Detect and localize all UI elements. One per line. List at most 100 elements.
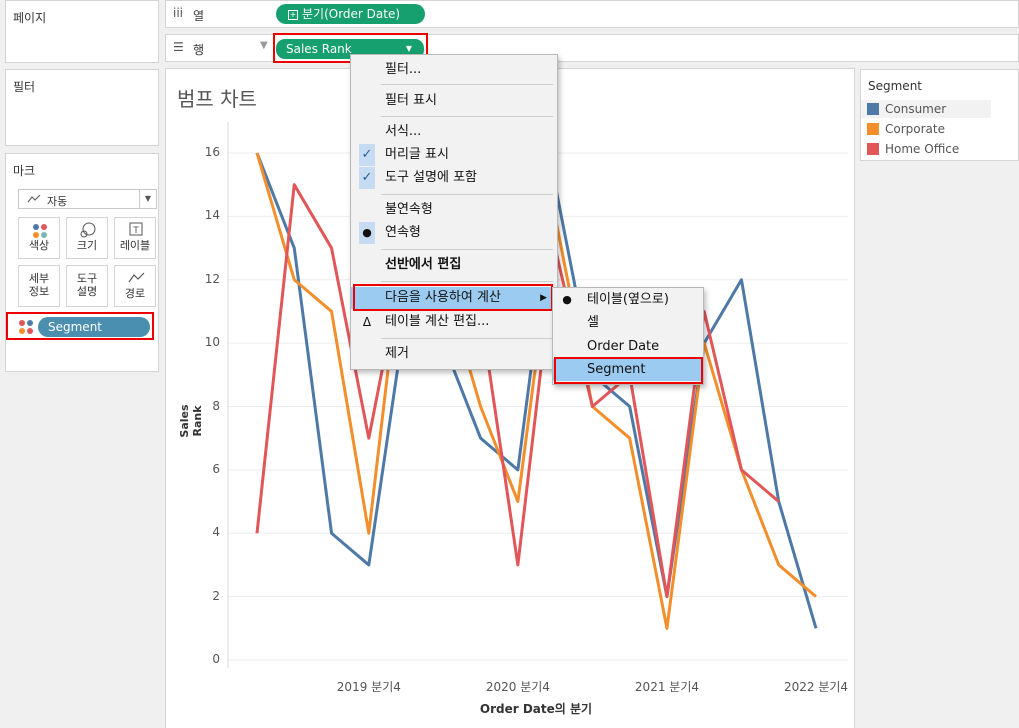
x-tick-label: 2021 분기4 <box>634 680 699 694</box>
legend-swatch-home-office <box>867 143 879 155</box>
menu-item-remove[interactable]: 제거 <box>351 343 557 365</box>
y-tick-label: 14 <box>204 208 220 223</box>
marks-title: 마크 <box>13 164 36 178</box>
menu-item-discrete[interactable]: 불연속형 <box>351 199 557 221</box>
menu-divider <box>381 194 553 195</box>
legend-item-corporate[interactable]: Corporate <box>861 120 991 138</box>
menu-item-show-header[interactable]: ✓ 머리글 표시 <box>351 144 557 166</box>
menu-item-filter-label: 필터... <box>385 62 422 77</box>
columns-shelf[interactable]: iii 열 + 분기(Order Date) <box>165 0 1019 28</box>
mark-type-dropdown[interactable]: 자동 ▼ <box>18 189 157 209</box>
line-mark-icon <box>27 194 41 203</box>
columns-pill-label: 분기(Order Date) <box>302 7 401 21</box>
columns-icon: iii <box>173 6 184 20</box>
rows-icon: ☰ <box>173 40 184 54</box>
submenu-item-order-date[interactable]: Order Date <box>553 336 703 358</box>
rows-label: 행 <box>193 43 205 57</box>
y-tick-label: 0 <box>212 652 220 666</box>
legend-label-consumer: Consumer <box>885 102 947 116</box>
menu-item-discrete-label: 불연속형 <box>385 202 433 217</box>
y-tick-label: 2 <box>212 588 220 603</box>
path-button[interactable]: 경로 <box>114 265 156 307</box>
columns-label: 열 <box>193 9 205 23</box>
path-button-label: 경로 <box>124 287 146 300</box>
size-button[interactable]: 크기 <box>66 217 108 259</box>
filters-title: 필터 <box>13 80 36 94</box>
size-button-label: 크기 <box>76 239 98 252</box>
svg-text:T: T <box>132 226 139 236</box>
tooltip-button-label: 도구 설명 <box>76 272 98 298</box>
menu-item-include-tooltip-label: 도구 설명에 포함 <box>385 170 477 185</box>
submenu-item-table-across-label: 테이블(옆으로) <box>587 292 669 307</box>
color-button[interactable]: 색상 <box>18 217 60 259</box>
chevron-down-icon: ▼ <box>139 190 156 208</box>
x-tick-label: 2020 분기4 <box>485 680 550 694</box>
expand-plus-icon: + <box>288 9 298 20</box>
menu-item-format-label: 서식... <box>385 124 422 139</box>
menu-item-show-filter[interactable]: 필터 표시 <box>351 90 557 112</box>
y-tick-label: 12 <box>204 271 220 286</box>
label-button-label: 레이블 <box>119 239 151 252</box>
menu-item-filter[interactable]: 필터... <box>351 59 557 81</box>
highlight-segment-pill <box>6 312 154 340</box>
label-button[interactable]: T 레이블 <box>114 217 156 259</box>
y-tick-label: 10 <box>204 335 220 350</box>
color-dots-icon <box>33 224 47 238</box>
submenu-item-order-date-label: Order Date <box>587 339 660 354</box>
pages-card[interactable]: 페이지 <box>5 0 159 63</box>
x-tick-label: 2022 분기4 <box>784 680 849 694</box>
menu-divider <box>381 281 553 282</box>
radio-dot-icon: ● <box>562 293 572 306</box>
menu-item-continuous-label: 연속형 <box>385 225 421 240</box>
x-tick-label: 2019 분기4 <box>336 680 401 694</box>
highlight-segment-option <box>554 357 703 384</box>
detail-button-label: 세부 정보 <box>28 272 50 298</box>
menu-divider <box>381 249 553 250</box>
pages-title: 페이지 <box>13 11 47 25</box>
highlight-compute-using <box>353 284 553 311</box>
menu-item-edit-in-shelf[interactable]: 선반에서 편집 <box>351 254 557 276</box>
legend-swatch-consumer <box>867 103 879 115</box>
checkmark-icon: ✓ <box>359 167 375 189</box>
pill-context-menu: 필터... 필터 표시 서식... ✓ 머리글 표시 ✓ 도구 설명에 포함 불… <box>350 54 558 370</box>
menu-item-include-tooltip[interactable]: ✓ 도구 설명에 포함 <box>351 167 557 189</box>
menu-item-edit-table-calc[interactable]: Δ 테이블 계산 편집... <box>351 311 557 333</box>
color-button-label: 색상 <box>28 239 50 252</box>
legend-swatch-corporate <box>867 123 879 135</box>
tooltip-button[interactable]: 도구 설명 <box>66 265 108 307</box>
sheet-title: 범프 차트 <box>177 87 257 111</box>
checkmark-icon: ✓ <box>359 144 375 166</box>
detail-button[interactable]: 세부 정보 <box>18 265 60 307</box>
legend-label-corporate: Corporate <box>885 122 945 136</box>
menu-divider <box>381 116 553 117</box>
radio-dot-icon: ● <box>359 222 375 244</box>
rows-dropdown-icon[interactable]: ▼ <box>260 40 268 51</box>
menu-item-show-filter-label: 필터 표시 <box>385 93 437 108</box>
text-label-icon: T <box>129 222 143 236</box>
menu-item-continuous[interactable]: ● 연속형 <box>351 222 557 244</box>
legend-card: Segment Consumer Corporate Home Office <box>860 69 1019 161</box>
legend-label-home-office: Home Office <box>885 142 960 156</box>
submenu-item-cell-label: 셀 <box>587 315 599 330</box>
y-tick-label: 8 <box>212 398 220 413</box>
menu-item-format[interactable]: 서식... <box>351 121 557 143</box>
size-circles-icon <box>80 222 96 238</box>
y-tick-label: 16 <box>204 145 220 159</box>
menu-divider <box>381 84 553 85</box>
mark-type-label: 자동 <box>47 195 68 208</box>
filters-card[interactable]: 필터 <box>5 69 159 146</box>
menu-item-remove-label: 제거 <box>385 346 409 361</box>
legend-title: Segment <box>868 79 922 93</box>
path-line-icon <box>128 272 145 283</box>
legend-item-home-office[interactable]: Home Office <box>861 140 991 158</box>
menu-item-edit-in-shelf-label: 선반에서 편집 <box>385 257 462 272</box>
menu-divider <box>381 338 553 339</box>
x-axis-title: Order Date의 분기 <box>479 702 593 716</box>
submenu-item-table-across[interactable]: ● 테이블(옆으로) <box>553 289 703 311</box>
columns-date-pill[interactable]: + 분기(Order Date) <box>276 4 425 24</box>
legend-item-consumer[interactable]: Consumer <box>861 100 991 118</box>
menu-item-show-header-label: 머리글 표시 <box>385 147 449 162</box>
delta-icon: Δ <box>362 315 372 329</box>
submenu-item-cell[interactable]: 셀 <box>553 312 703 334</box>
y-tick-label: 4 <box>212 525 220 540</box>
